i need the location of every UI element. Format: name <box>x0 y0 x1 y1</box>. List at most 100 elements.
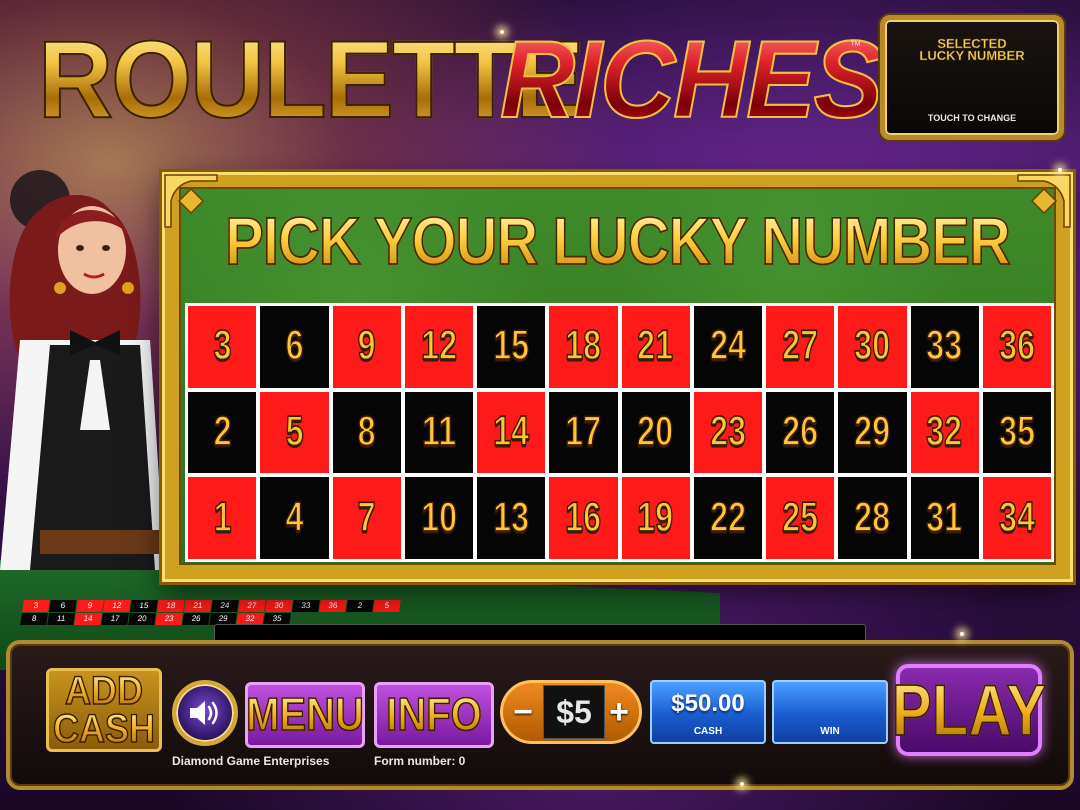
number-cell-29[interactable]: 29 <box>838 391 907 474</box>
menu-label: MENU <box>245 688 364 740</box>
number-label: 10 <box>420 494 457 542</box>
number-cell-21[interactable]: 21 <box>621 306 690 388</box>
number-cell-19[interactable]: 19 <box>621 477 690 559</box>
background-number: 17 <box>101 613 129 625</box>
lucky-number-grid: 3 6 9 12 15 18 21 24 27 30 33 36 2 5 8 11 14 17 20 23 26 29 32… <box>185 303 1054 562</box>
menu-button[interactable]: MENU <box>245 682 365 748</box>
number-cell-9[interactable]: 9 <box>332 306 401 388</box>
number-cell-20[interactable]: 20 <box>621 391 690 474</box>
number-label: 35 <box>998 408 1035 456</box>
number-label: 14 <box>493 408 530 456</box>
sparkle-effect <box>960 632 964 636</box>
number-cell-31[interactable]: 31 <box>910 477 979 559</box>
plaque-title: SELECTED LUCKY NUMBER <box>885 37 1059 62</box>
number-cell-5[interactable]: 5 <box>260 391 329 474</box>
number-cell-7[interactable]: 7 <box>332 477 401 559</box>
background-number: 36 <box>319 600 347 612</box>
number-label: 11 <box>421 408 456 456</box>
number-label: 2 <box>212 408 232 456</box>
number-cell-8[interactable]: 8 <box>332 391 401 474</box>
background-betting-layout: 3 6 9 12 15 18 21 24 27 30 33 36 2 5 8 11 14 17 20 23 26 29 32… <box>20 600 401 625</box>
pick-lucky-number-title: PICK YOUR LUCKY NUMBER <box>165 202 1070 283</box>
number-cell-35[interactable]: 35 <box>982 391 1051 474</box>
number-cell-13[interactable]: 13 <box>477 477 546 559</box>
number-label: 7 <box>357 494 376 542</box>
number-cell-32[interactable]: 32 <box>910 391 979 474</box>
number-cell-27[interactable]: 27 <box>766 306 835 388</box>
number-label: 21 <box>637 322 674 370</box>
number-label: 1 <box>212 494 232 542</box>
background-number: 11 <box>47 613 75 625</box>
number-cell-11[interactable]: 11 <box>404 391 473 474</box>
background-number: 8 <box>20 613 48 625</box>
number-label: 13 <box>493 494 530 542</box>
number-cell-6[interactable]: 6 <box>260 306 329 388</box>
game-logo: ROULETTE RICHES ™ <box>37 18 884 142</box>
background-number: 21 <box>184 600 212 612</box>
number-label: 28 <box>854 494 891 542</box>
number-label: 32 <box>926 408 963 456</box>
number-cell-34[interactable]: 34 <box>982 477 1051 559</box>
number-label: 33 <box>926 322 963 370</box>
touch-to-change-label: TOUCH TO CHANGE <box>927 113 1017 123</box>
number-label: 8 <box>357 408 376 456</box>
number-label: 30 <box>854 322 891 370</box>
number-cell-3[interactable]: 3 <box>188 306 257 388</box>
number-cell-28[interactable]: 28 <box>838 477 907 559</box>
add-cash-button[interactable]: ADD CASH <box>46 668 162 752</box>
background-number: 27 <box>238 600 266 612</box>
number-label: 4 <box>285 494 304 542</box>
number-cell-14[interactable]: 14 <box>477 391 546 474</box>
number-label: 22 <box>709 494 746 542</box>
background-number: 30 <box>265 600 293 612</box>
background-number: 23 <box>155 613 183 625</box>
number-cell-25[interactable]: 25 <box>766 477 835 559</box>
number-cell-26[interactable]: 26 <box>766 391 835 474</box>
selected-lucky-number-display[interactable]: SELECTED LUCKY NUMBER TOUCH TO CHANGE <box>880 15 1064 140</box>
number-cell-1[interactable]: 1 <box>188 477 257 559</box>
add-cash-label-line2: CASH <box>52 705 155 751</box>
number-cell-10[interactable]: 10 <box>404 477 473 559</box>
number-label: 20 <box>637 408 674 456</box>
number-label: 34 <box>998 494 1035 542</box>
number-cell-23[interactable]: 23 <box>693 391 762 474</box>
number-cell-16[interactable]: 16 <box>549 477 618 559</box>
number-label: 25 <box>782 494 819 542</box>
background-number: 6 <box>49 600 77 612</box>
background-number: 14 <box>74 613 102 625</box>
number-cell-17[interactable]: 17 <box>549 391 618 474</box>
number-cell-12[interactable]: 12 <box>404 306 473 388</box>
number-label: 19 <box>637 494 674 542</box>
background-number: 15 <box>130 600 158 612</box>
number-label: 9 <box>357 322 376 370</box>
number-label: 26 <box>782 408 819 456</box>
number-cell-15[interactable]: 15 <box>477 306 546 388</box>
play-label: PLAY <box>891 669 1047 751</box>
number-label: 24 <box>709 322 746 370</box>
number-cell-30[interactable]: 30 <box>838 306 907 388</box>
number-cell-22[interactable]: 22 <box>693 477 762 559</box>
number-cell-2[interactable]: 2 <box>188 391 257 474</box>
background-number: 20 <box>128 613 156 625</box>
background-number: 5 <box>373 600 401 612</box>
bet-decrease-button[interactable]: − <box>505 683 541 741</box>
background-number: 26 <box>182 613 210 625</box>
volume-button[interactable] <box>172 680 238 746</box>
number-cell-36[interactable]: 36 <box>982 306 1051 388</box>
background-number: 2 <box>346 600 374 612</box>
bet-increase-button[interactable]: + <box>601 683 637 741</box>
background-number: 12 <box>103 600 131 612</box>
number-cell-18[interactable]: 18 <box>549 306 618 388</box>
number-cell-33[interactable]: 33 <box>910 306 979 388</box>
number-label: 6 <box>285 322 304 370</box>
number-cell-24[interactable]: 24 <box>693 306 762 388</box>
number-label: 3 <box>212 322 232 370</box>
logo-word-riches: RICHES <box>499 18 884 142</box>
sparkle-effect <box>740 782 744 786</box>
info-button[interactable]: INFO <box>374 682 494 748</box>
number-cell-4[interactable]: 4 <box>260 477 329 559</box>
cash-value: $50.00 <box>671 690 745 717</box>
trademark-symbol: ™ <box>850 40 861 52</box>
number-label: 23 <box>709 408 746 456</box>
play-button[interactable]: PLAY <box>891 664 1047 756</box>
